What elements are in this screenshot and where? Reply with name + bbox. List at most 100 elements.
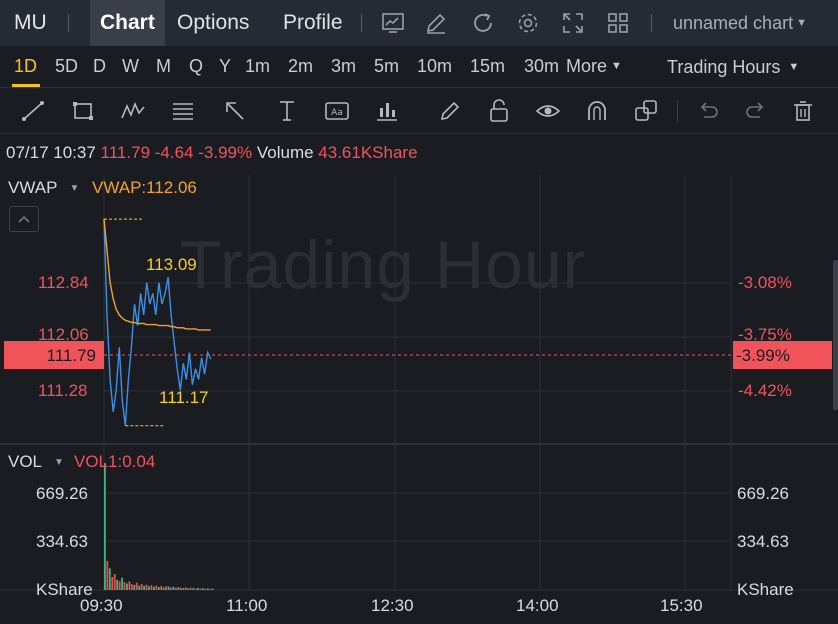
bars-pattern-icon[interactable]: [374, 98, 400, 124]
vwap-indicator-dropdown[interactable]: VWAP ▼: [8, 178, 79, 198]
volume-bar: [202, 588, 204, 590]
timeframe-d[interactable]: D: [93, 56, 106, 77]
volume-label: Volume: [256, 143, 314, 162]
volume-bar: [106, 561, 109, 590]
volume-bar: [172, 586, 175, 590]
volume-bar: [211, 588, 214, 590]
quote-info-line: 07/17 10:37 111.79 -4.64 -3.99% Volume 4…: [6, 143, 418, 163]
arrow-icon[interactable]: [222, 98, 248, 124]
layout-grid-icon[interactable]: [606, 11, 630, 35]
quote-change-pct: -3.99%: [198, 143, 253, 162]
divider: [677, 100, 678, 122]
volume-bar: [126, 583, 128, 590]
more-label: More: [566, 56, 608, 76]
refresh-icon[interactable]: [471, 11, 495, 35]
divider: [651, 14, 652, 32]
vol-value: VOL1:0.04: [74, 452, 156, 471]
volume-unit: KShare: [737, 580, 794, 599]
timeframe-30m[interactable]: 30m: [524, 56, 559, 77]
timeframe-1m[interactable]: 1m: [245, 56, 270, 77]
timeframe-y[interactable]: Y: [219, 56, 231, 77]
pencil-icon[interactable]: [437, 98, 463, 124]
volume-bar: [135, 582, 138, 590]
volume-tick: 334.63: [36, 532, 88, 551]
symbol-label[interactable]: MU: [14, 11, 47, 35]
rectangle-icon[interactable]: [70, 98, 96, 124]
vol-indicator-dropdown[interactable]: VOL ▼: [8, 452, 64, 472]
volume-bar: [192, 588, 194, 590]
volume-bar: [121, 577, 123, 590]
volume-bar: [206, 588, 209, 590]
quote-change: -4.64: [154, 143, 194, 162]
chart-name-label: unnamed chart: [673, 13, 794, 33]
timeframe-bar: 1D 5D D W M Q Y 1m 2m 3m 5m 10m 15m 30m …: [0, 46, 838, 88]
volume-bar: [160, 585, 163, 590]
chart-screen-icon[interactable]: [381, 11, 405, 35]
volume-bar: [197, 587, 199, 590]
trash-icon[interactable]: [790, 98, 816, 124]
more-dropdown[interactable]: More ▼: [566, 56, 622, 77]
volume-bar: [123, 582, 126, 590]
timeframe-q[interactable]: Q: [189, 56, 203, 77]
chart-name-dropdown[interactable]: unnamed chart ▼: [673, 13, 807, 34]
tab-chart[interactable]: Chart: [90, 0, 165, 46]
price-scrollbar[interactable]: [833, 260, 838, 410]
price-tick: 111.28: [38, 381, 88, 400]
timeframe-5d[interactable]: 5D: [55, 56, 78, 77]
caret-down-icon: ▼: [788, 61, 800, 73]
volume-bar: [204, 588, 207, 590]
wave-pattern-icon[interactable]: [120, 98, 146, 124]
trend-line-icon[interactable]: [20, 98, 46, 124]
caret-down-icon: ▼: [796, 17, 807, 29]
lock-icon[interactable]: [486, 98, 512, 124]
redo-icon[interactable]: [743, 98, 769, 124]
volume-bar: [187, 588, 190, 590]
eye-icon[interactable]: [535, 98, 561, 124]
volume-bar: [165, 586, 168, 590]
magnet-icon[interactable]: [584, 98, 610, 124]
volume-bar: [157, 587, 160, 590]
x-axis-label: 15:30: [660, 596, 703, 615]
tab-options[interactable]: Options: [167, 0, 259, 46]
pct-tick: -3.08%: [738, 273, 792, 292]
volume-bar: [170, 587, 172, 590]
volume-bar: [150, 585, 153, 590]
volume-bar: [138, 585, 141, 590]
collapse-indicator-button[interactable]: [9, 206, 39, 232]
timeframe-w[interactable]: W: [122, 56, 139, 77]
settings-gear-icon[interactable]: [516, 11, 540, 35]
volume-bar: [143, 585, 145, 590]
fibonacci-icon[interactable]: [170, 98, 196, 124]
volume-tick: 669.26: [737, 484, 789, 503]
timeframe-2m[interactable]: 2m: [288, 56, 313, 77]
volume-bar: [189, 587, 192, 590]
volume-bar: [148, 586, 150, 590]
fullscreen-icon[interactable]: [561, 11, 585, 35]
tab-profile[interactable]: Profile: [273, 0, 353, 46]
timeframe-10m[interactable]: 10m: [417, 56, 452, 77]
undo-icon[interactable]: [695, 98, 721, 124]
timeframe-m[interactable]: M: [156, 56, 171, 77]
low-price-marker: 111.17: [159, 388, 209, 407]
volume-bar: [155, 585, 158, 590]
trading-hours-label: Trading Hours: [667, 57, 781, 77]
volume-bar: [175, 587, 177, 590]
timeframe-5m[interactable]: 5m: [374, 56, 399, 77]
chart-watermark: Trading Hour: [180, 227, 587, 303]
measure-icon[interactable]: [274, 98, 300, 124]
text-note-icon[interactable]: Aa: [324, 98, 350, 124]
timeframe-1d[interactable]: 1D: [14, 56, 37, 77]
volume-bar: [162, 587, 165, 590]
timeframe-15m[interactable]: 15m: [470, 56, 505, 77]
draw-pen-icon[interactable]: [424, 11, 448, 35]
quote-price: 111.79: [100, 143, 151, 162]
timeframe-3m[interactable]: 3m: [331, 56, 356, 77]
price-tick: 112.84: [38, 273, 89, 292]
x-axis-label: 14:00: [516, 596, 559, 615]
high-price-marker: 113.09: [146, 255, 197, 274]
volume-bar: [133, 584, 136, 590]
layers-icon[interactable]: [633, 98, 659, 124]
trading-hours-dropdown[interactable]: Trading Hours ▼: [667, 57, 799, 78]
vwap-indicator-label: VWAP: [8, 178, 58, 197]
vwap-value: VWAP:112.06: [92, 178, 197, 197]
